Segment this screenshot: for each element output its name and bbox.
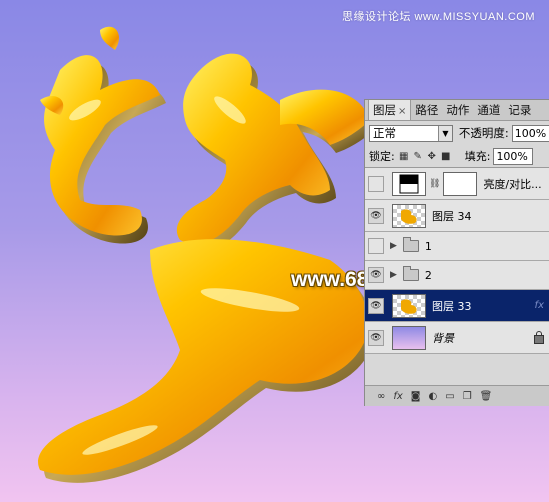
- trash-icon[interactable]: 🗑: [480, 391, 493, 402]
- panel-bottom-bar: ∞ fx ◙ ◐ ▭ ❐ 🗑: [365, 385, 549, 406]
- lock-icons: ▦ ✎ ✥ ■: [399, 151, 451, 162]
- layer-thumbnail: [392, 293, 426, 318]
- eye-icon[interactable]: 👁: [368, 207, 384, 224]
- brightness-icon: [399, 174, 419, 193]
- adjustment-icon[interactable]: ◐: [429, 391, 438, 402]
- opacity-label: 不透明度:: [458, 126, 509, 140]
- layer-name: 图层 33: [432, 299, 472, 313]
- adjustment-thumbnail: [392, 171, 426, 196]
- visibility-toggle[interactable]: [368, 175, 384, 192]
- glyph-thumb-icon: [401, 208, 417, 224]
- expand-arrow-icon[interactable]: ▶: [390, 241, 397, 251]
- tab-paths[interactable]: 路径: [411, 100, 442, 120]
- layer-row[interactable]: 👁 背景: [365, 322, 549, 354]
- lock-paint-icon[interactable]: ✎: [413, 151, 423, 162]
- group-name: 1: [424, 239, 432, 253]
- blend-mode-select[interactable]: 正常 ▼: [369, 124, 453, 142]
- folder-icon: [402, 266, 419, 281]
- background-thumbnail: [392, 325, 426, 350]
- tab-layers[interactable]: 图层 ×: [368, 100, 412, 120]
- eye-icon[interactable]: 👁: [368, 329, 384, 346]
- layer-thumbnail: [392, 203, 426, 228]
- tab-channels[interactable]: 通道: [473, 100, 504, 120]
- layers-panel: 图层 × 路径 动作 通道 记录 正常 ▼ 不透明度: 100% 锁定: ▦ ✎ …: [364, 99, 549, 406]
- fx-icon[interactable]: fx: [393, 391, 402, 402]
- lock-all-icon[interactable]: ■: [441, 151, 451, 162]
- fill-input[interactable]: 100%: [493, 147, 534, 165]
- lock-move-icon[interactable]: ✥: [427, 151, 437, 162]
- layer-row-selected[interactable]: 👁 图层 33 fx: [365, 290, 549, 322]
- group-row[interactable]: ▶ 1: [365, 232, 549, 261]
- tab-actions[interactable]: 动作: [442, 100, 473, 120]
- close-icon[interactable]: ×: [398, 106, 406, 117]
- opacity-input[interactable]: 100%: [511, 124, 549, 142]
- layer-row[interactable]: ⛓ 亮度/对比...: [365, 168, 549, 200]
- blend-row: 正常 ▼ 不透明度: 100%: [365, 121, 549, 145]
- folder-icon[interactable]: ▭: [445, 391, 454, 402]
- expand-arrow-icon[interactable]: ▶: [390, 270, 397, 280]
- group-row[interactable]: 👁 ▶ 2: [365, 261, 549, 290]
- tab-label: 图层: [373, 103, 396, 117]
- mask-icon[interactable]: ◙: [411, 391, 421, 402]
- layers-list: ⛓ 亮度/对比... 👁 图层 34 ▶ 1 👁 ▶ 2 👁 图层 33 fx: [365, 168, 549, 354]
- group-name: 2: [424, 268, 432, 282]
- layer-name: 亮度/对比...: [483, 177, 542, 191]
- eye-icon[interactable]: 👁: [368, 267, 384, 283]
- layer-name: 背景: [432, 331, 454, 345]
- watermark-text: 思缘设计论坛 www.MISSYUAN.COM: [341, 11, 535, 23]
- glyph-thumb-icon: [401, 298, 417, 314]
- lock-icon: [534, 331, 544, 344]
- chain-icon[interactable]: ⛓: [429, 179, 440, 189]
- fill-label: 填充:: [464, 150, 491, 163]
- new-layer-icon[interactable]: ❐: [463, 391, 472, 402]
- link-icon[interactable]: ∞: [377, 391, 385, 402]
- folder-icon: [402, 237, 419, 252]
- glyph-face: [38, 26, 370, 475]
- lock-label: 锁定:: [369, 150, 395, 163]
- layer-name: 图层 34: [432, 209, 472, 223]
- fx-badge-icon[interactable]: fx: [535, 300, 544, 311]
- panel-tabs: 图层 × 路径 动作 通道 记录: [365, 100, 549, 121]
- layer-row[interactable]: 👁 图层 34: [365, 200, 549, 232]
- lock-row: 锁定: ▦ ✎ ✥ ■ 填充: 100%: [365, 145, 549, 168]
- mask-thumbnail[interactable]: [443, 171, 478, 196]
- lock-transparent-icon[interactable]: ▦: [399, 151, 409, 162]
- tab-history[interactable]: 记录: [504, 100, 535, 120]
- chevron-down-icon[interactable]: ▼: [437, 125, 452, 141]
- visibility-toggle[interactable]: [368, 238, 384, 254]
- eye-icon[interactable]: 👁: [368, 297, 384, 314]
- blend-mode-value: 正常: [373, 126, 396, 140]
